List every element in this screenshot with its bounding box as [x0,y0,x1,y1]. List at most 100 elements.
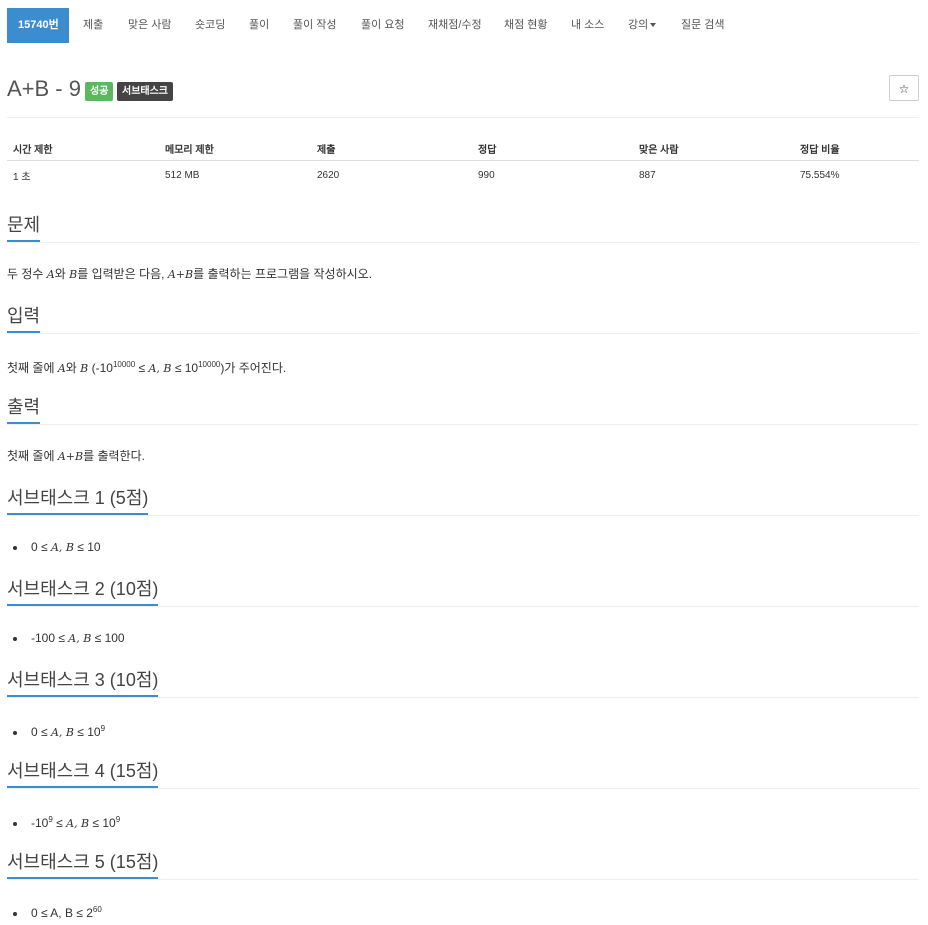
section-divider [7,515,919,516]
subtask-3-constraint: 0 ≤ A, B ≤ 109 [27,720,919,742]
section-divider [7,606,919,607]
section-output-title: 출력 [7,394,41,424]
constraint-text: ≤ 10 [89,816,116,830]
nav-rejudge[interactable]: 재채점/수정 [428,8,482,43]
header-ratio: 정답 비율 [794,136,919,161]
nav-question-search[interactable]: 질문 검색 [681,8,725,43]
accepted-value: 990 [478,169,495,181]
subtask-3-body: 0 ≤ A, B ≤ 109 [7,720,919,742]
subtask-4-body: -109 ≤ A, B ≤ 109 [7,811,919,833]
var-a-plus-b: A+B [57,450,84,463]
subtask-3-header: 서브태스크 3 (10점) [7,667,919,698]
constraint-text: -100 ≤ [31,631,69,645]
subtask-2-body: -100 ≤ A, B ≤ 100 [7,629,919,648]
header-solved-users: 맞은 사람 [633,136,794,161]
subtask-5-body: 0 ≤ A, B ≤ 260 [7,901,919,922]
section-input-title: 입력 [7,303,41,333]
problem-info-table: 시간 제한 메모리 제한 제출 정답 맞은 사람 정답 비율 1 초 512 M… [7,136,919,189]
exponent: 10000 [198,360,221,369]
input-text: 첫째 줄에 [7,361,58,375]
caret-down-icon [650,23,657,28]
subtask-4-title: 서브태스크 4 (15점) [7,758,159,788]
constraint-text: 0 ≤ A, B ≤ 2 [31,906,93,920]
section-divider [7,697,919,698]
info-header-row: 시간 제한 메모리 제한 제출 정답 맞은 사람 정답 비율 [7,136,919,161]
subtask-3-title: 서브태스크 3 (10점) [7,667,159,697]
section-output-header: 출력 [7,394,919,425]
problem-title-row: A+B - 9 성공 서브태스크 ☆ [7,74,919,104]
var-b: B [69,268,78,281]
constraint-text: -10 [31,816,49,830]
header-time-limit: 시간 제한 [7,136,159,161]
nav-problem-id[interactable]: 15740번 [7,8,69,43]
subtask-4-header: 서브태스크 4 (15점) [7,758,919,789]
section-divider [7,242,919,243]
constraint-text: ≤ 10 [73,540,101,554]
subtask-1-constraint: 0 ≤ A, B ≤ 10 [27,538,919,557]
section-problem-title: 문제 [7,212,41,242]
solved-users-value: 887 [639,169,656,181]
nav-my-source[interactable]: 내 소스 [571,8,604,43]
input-text: (-10 [88,361,113,375]
nav-accepted[interactable]: 맞은 사람 [128,8,172,43]
exponent: 9 [100,724,106,733]
star-button[interactable]: ☆ [889,75,919,101]
problem-text: 와 [54,267,70,281]
section-divider [7,788,919,789]
section-input-header: 입력 [7,303,919,334]
subtask-5-constraint: 0 ≤ A, B ≤ 260 [27,901,919,922]
constraint-text: ≤ [52,816,67,830]
section-problem-header: 문제 [7,212,919,243]
star-icon: ☆ [898,82,910,96]
input-text: 와 [65,361,81,375]
output-text: 를 출력한다. [83,449,145,463]
problem-nav: 15740번 제출 맞은 사람 숏코딩 풀이 풀이 작성 풀이 요청 재채점/수… [7,8,919,43]
header-accepted: 정답 [472,136,633,161]
problem-text: 를 입력받은 다음, [77,267,168,281]
subtask-1-body: 0 ≤ A, B ≤ 10 [7,538,919,557]
nav-status[interactable]: 채점 현황 [504,8,548,43]
var-a-b: A, B [50,726,74,739]
section-divider [7,879,919,880]
constraint-text: ≤ 10 [73,725,101,739]
header-submissions: 제출 [311,136,472,161]
problem-text: 를 출력하는 프로그램을 작성하시오. [193,267,373,281]
nav-write-solution[interactable]: 풀이 작성 [293,8,337,43]
subtask-5-header: 서브태스크 5 (15점) [7,849,919,880]
nav-request-solution[interactable]: 풀이 요청 [361,8,405,43]
var-a: A [57,362,66,375]
var-a-b: A, B [50,541,74,554]
var-a: A [46,268,55,281]
var-a-b: A, B [66,817,90,830]
subtask-2-constraint: -100 ≤ A, B ≤ 100 [27,629,919,648]
info-value-row: 1 초 512 MB 2620 990 887 75.554% [7,161,919,190]
status-badge-success: 성공 [85,82,114,101]
input-text: ≤ [135,361,149,375]
var-a-b: A, B [148,362,172,375]
nav-solutions[interactable]: 풀이 [249,8,269,43]
subtask-1-header: 서브태스크 1 (5점) [7,485,919,516]
nav-shortcoding[interactable]: 숏코딩 [195,8,225,43]
header-memory-limit: 메모리 제한 [159,136,311,161]
memory-limit-value: 512 MB [165,169,200,181]
nav-lecture[interactable]: 강의 [628,8,657,43]
subtask-2-header: 서브태스크 2 (10점) [7,576,919,607]
subtask-5-title: 서브태스크 5 (15점) [7,849,159,879]
input-text: ≤ 10 [171,361,199,375]
var-a-plus-b: A+B [167,268,194,281]
problem-text: 두 정수 [7,267,47,281]
subtask-2-title: 서브태스크 2 (10점) [7,576,159,606]
var-a-b: A, B [68,632,92,645]
nav-submit[interactable]: 제출 [83,8,103,43]
title-divider [7,117,919,118]
exponent: 9 [115,815,121,824]
ratio-value: 75.554% [800,169,840,181]
section-problem-body: 두 정수 A와 B를 입력받은 다음, A+B를 출력하는 프로그램을 작성하시… [7,265,919,284]
exponent: 10000 [112,360,136,369]
input-text: )가 주어진다. [220,361,287,375]
output-text: 첫째 줄에 [7,449,58,463]
constraint-text: ≤ 100 [91,631,125,645]
constraint-text: 0 ≤ [31,725,51,739]
time-limit-value: 1 초 [13,171,31,183]
section-output-body: 첫째 줄에 A+B를 출력한다. [7,447,919,466]
